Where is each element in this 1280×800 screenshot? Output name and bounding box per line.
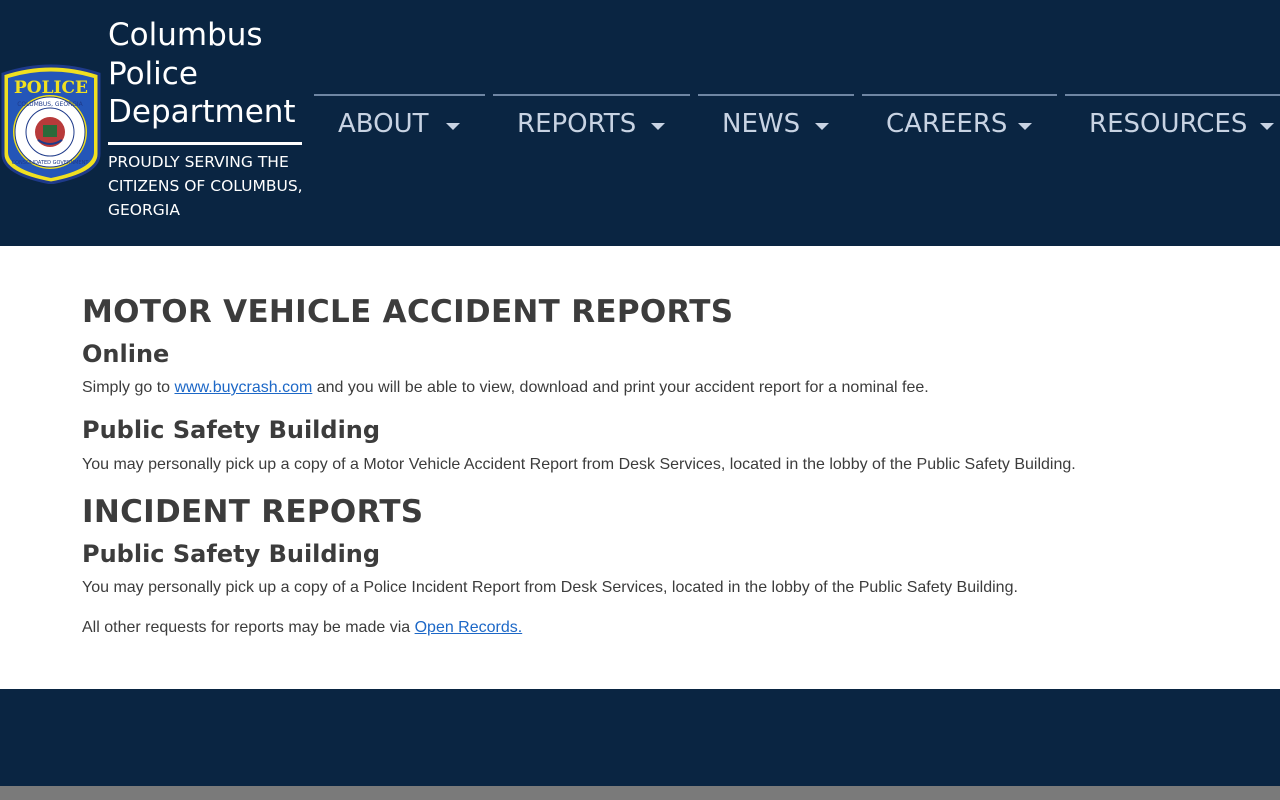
police-badge-logo[interactable]: POLICE COLUMBUS, GEORGIA CONSOLIDATED GO… (0, 62, 102, 184)
chevron-down-icon (651, 123, 665, 130)
chevron-down-icon (815, 123, 829, 130)
nav-careers-label: CAREERS (886, 109, 1008, 139)
psb-paragraph-incident: You may personally pick up a copy of a P… (82, 579, 1018, 596)
nav-news-label: NEWS (722, 109, 801, 139)
psb-heading-incident: Public Safety Building (82, 540, 381, 568)
svg-text:CONSOLIDATED GOVERNMENT: CONSOLIDATED GOVERNMENT (12, 160, 90, 166)
online-heading: Online (82, 340, 170, 368)
buycrash-link[interactable]: www.buycrash.com (174, 379, 312, 396)
site-tagline: PROUDLY SERVING THE CITIZENS OF COLUMBUS… (108, 153, 303, 219)
site-footer (0, 689, 1280, 786)
psb-paragraph-mva: You may personally pick up a copy of a M… (82, 456, 1076, 473)
svg-text:COLUMBUS, GEORGIA: COLUMBUS, GEORGIA (17, 101, 83, 108)
nav-careers[interactable]: CAREERS (862, 94, 1057, 154)
online-text-after: and you will be able to view, download a… (312, 379, 929, 396)
nav-reports-label: REPORTS (517, 109, 637, 139)
nav-about-label: ABOUT (338, 109, 429, 139)
site-header: POLICE COLUMBUS, GEORGIA CONSOLIDATED GO… (0, 0, 1280, 246)
footer-bottom-bar (0, 786, 1280, 800)
nav-about[interactable]: ABOUT (314, 94, 485, 154)
online-paragraph: Simply go to www.buycrash.com and you wi… (82, 379, 929, 397)
psb-heading-mva: Public Safety Building (82, 416, 381, 444)
incident-reports-heading: INCIDENT REPORTS (82, 494, 424, 530)
svg-text:POLICE: POLICE (14, 78, 88, 98)
chevron-down-icon (446, 123, 460, 130)
nav-resources[interactable]: RESOURCES (1065, 94, 1280, 154)
chevron-down-icon (1018, 123, 1032, 130)
other-requests-paragraph: All other requests for reports may be ma… (82, 619, 522, 637)
open-records-link[interactable]: Open Records. (415, 619, 523, 636)
nav-news[interactable]: NEWS (698, 94, 854, 154)
chevron-down-icon (1260, 123, 1274, 130)
nav-reports[interactable]: REPORTS (493, 94, 690, 154)
site-title[interactable]: Columbus Police Department (108, 16, 302, 145)
other-requests-text: All other requests for reports may be ma… (82, 619, 415, 636)
online-text-before: Simply go to (82, 379, 175, 396)
mva-reports-heading: MOTOR VEHICLE ACCIDENT REPORTS (82, 294, 734, 330)
nav-resources-label: RESOURCES (1089, 109, 1248, 139)
